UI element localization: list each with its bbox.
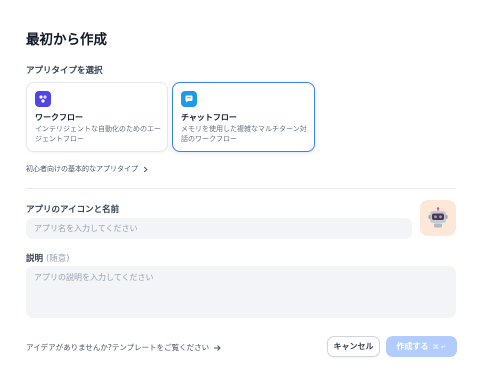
app-type-card-chatflow[interactable]: チャットフロー メモリを使用した複雑なマルチターン対話のワークフロー xyxy=(172,82,315,152)
workflow-icon xyxy=(35,91,51,107)
shortcut-hint: ⌘ ↵ xyxy=(432,342,447,351)
description-label-text: 説明 xyxy=(26,254,44,264)
divider xyxy=(26,188,456,189)
create-button[interactable]: 作成する ⌘ ↵ xyxy=(386,336,457,357)
card-title: チャットフロー xyxy=(181,113,237,122)
basic-app-types-link[interactable]: 初心者向けの基本的なアプリタイプ xyxy=(26,164,149,174)
app-type-card-workflow[interactable]: ワークフロー インテリジェントな自動化のためのエージェントフロー xyxy=(26,82,168,152)
chat-icon xyxy=(181,91,197,107)
app-type-label: アプリタイプを選択 xyxy=(26,66,103,76)
app-icon-picker[interactable] xyxy=(420,200,456,236)
basic-app-types-label: 初心者向けの基本的なアプリタイプ xyxy=(26,165,138,173)
app-name-label: アプリのアイコンと名前 xyxy=(26,205,120,215)
card-description: メモリを使用した複雑なマルチターン対話のワークフロー xyxy=(181,125,307,143)
browse-templates-link[interactable]: アイデアがありませんか?テンプレートをご覧ください xyxy=(26,342,221,353)
chevron-right-icon xyxy=(143,166,148,172)
robot-icon xyxy=(428,207,448,228)
arrow-right-icon xyxy=(214,344,221,351)
description-textarea[interactable] xyxy=(26,266,456,318)
card-description: インテリジェントな自動化のためのエージェントフロー xyxy=(35,125,161,143)
cancel-button[interactable]: キャンセル xyxy=(327,336,380,357)
app-name-input[interactable] xyxy=(26,218,412,239)
create-button-label: 作成する xyxy=(396,342,429,351)
template-link-label: アイデアがありませんか?テンプレートをご覧ください xyxy=(26,343,210,352)
description-label: 説明 (随意) xyxy=(26,252,70,264)
dialog-title: 最初から作成 xyxy=(26,32,107,48)
optional-hint: (随意) xyxy=(45,254,70,264)
card-title: ワークフロー xyxy=(35,113,83,122)
